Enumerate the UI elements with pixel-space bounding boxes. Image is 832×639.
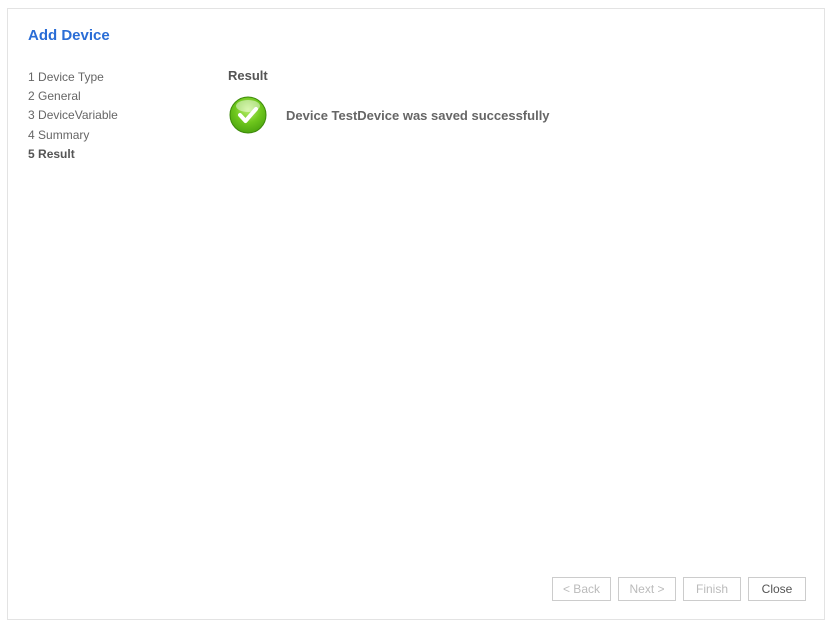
page-title: Add Device [8,9,824,44]
sidebar-item-label: General [38,89,81,103]
sidebar-item-result: 5 Result [28,145,228,164]
sidebar-item-number: 4 [28,128,35,142]
sidebar-item-summary: 4 Summary [28,126,228,145]
finish-button[interactable]: Finish [683,577,741,601]
sidebar-item-number: 3 [28,108,35,122]
sidebar-item-number: 2 [28,89,35,103]
sidebar-item-label: Result [38,147,75,161]
sidebar-item-devicevariable: 3 DeviceVariable [28,106,228,125]
sidebar-item-label: DeviceVariable [38,108,118,122]
sidebar-item-number: 1 [28,70,35,84]
success-icon [228,95,268,135]
sidebar-item-device-type: 1 Device Type [28,68,228,87]
next-button[interactable]: Next > [618,577,676,601]
button-bar: < Back Next > Finish Close [552,577,806,601]
sidebar-item-number: 5 [28,147,35,161]
content: 1 Device Type 2 General 3 DeviceVariable… [8,44,824,164]
sidebar-item-label: Summary [38,128,89,142]
sidebar: 1 Device Type 2 General 3 DeviceVariable… [28,68,228,164]
add-device-wizard: Add Device 1 Device Type 2 General 3 Dev… [7,8,825,620]
sidebar-item-general: 2 General [28,87,228,106]
result-message: Device TestDevice was saved successfully [286,108,550,123]
close-button[interactable]: Close [748,577,806,601]
back-button[interactable]: < Back [552,577,611,601]
sidebar-item-label: Device Type [38,70,104,84]
result-header: Result [228,68,804,83]
main-panel: Result [228,68,804,164]
result-row: Device TestDevice was saved successfully [228,95,804,135]
